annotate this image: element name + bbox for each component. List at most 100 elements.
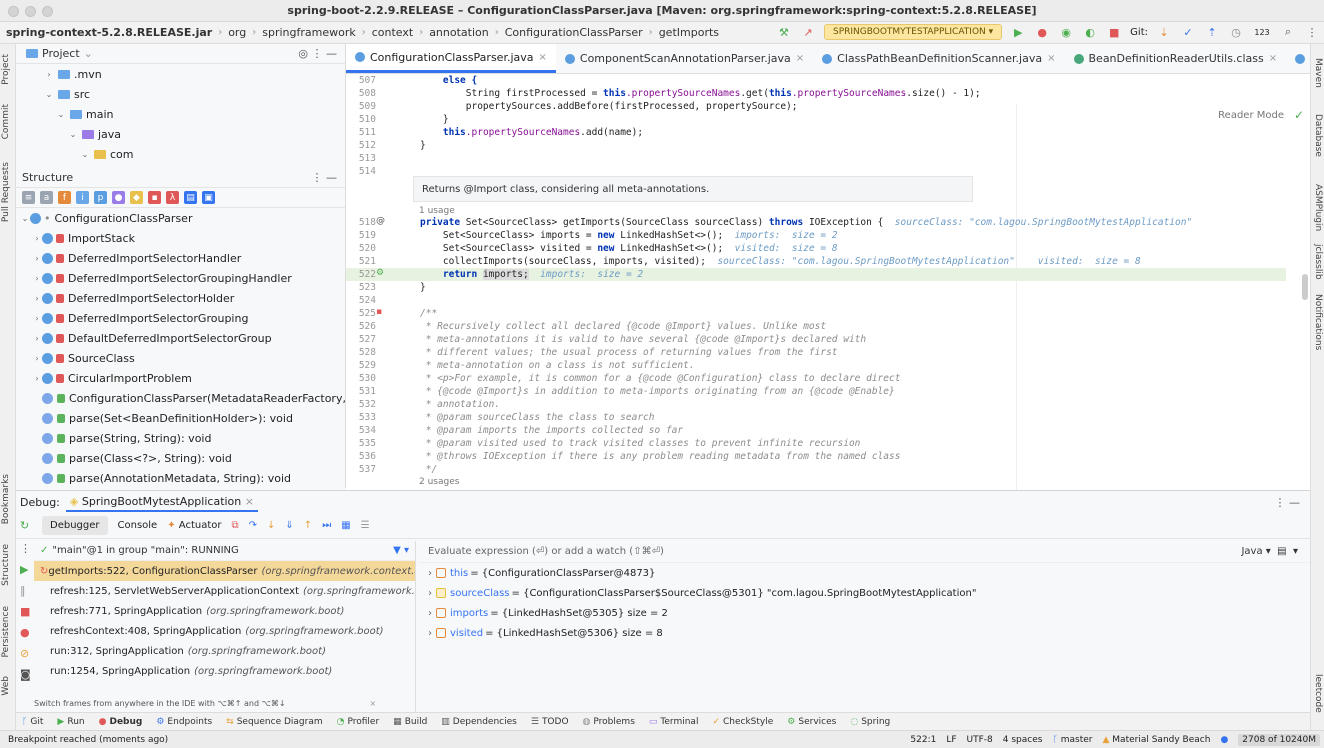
- tool-window-terminal[interactable]: ▭ Terminal: [649, 717, 699, 727]
- tool-window-sequence-diagram[interactable]: ⇆ Sequence Diagram: [226, 717, 322, 727]
- camera-icon[interactable]: ◙: [16, 664, 34, 685]
- resume-icon[interactable]: ▶: [16, 559, 34, 580]
- tool-web[interactable]: Web: [1, 676, 11, 696]
- panel-options-icon[interactable]: ⋮ —: [1275, 496, 1301, 509]
- tool-structure[interactable]: Structure: [1, 544, 11, 586]
- chevron-down-icon[interactable]: ⌄: [20, 214, 30, 223]
- tool-jclasslib[interactable]: jclasslib: [1313, 244, 1323, 280]
- pause-icon[interactable]: ‖: [16, 580, 34, 601]
- documentation-popup[interactable]: Returns @Import class, considering all m…: [413, 176, 973, 202]
- tree-row[interactable]: ⌄ java: [16, 124, 345, 144]
- history-icon[interactable]: ◷: [1228, 24, 1244, 40]
- autoscroll-from-icon[interactable]: ▣: [202, 191, 215, 204]
- chevron-right-icon[interactable]: ›: [32, 274, 42, 283]
- editor-tab[interactable]: ClassPathScanningCandidateCompone×: [1286, 44, 1310, 73]
- chevron-right-icon[interactable]: ›: [32, 254, 42, 263]
- sort-icon[interactable]: ≡: [22, 191, 35, 204]
- chevron-down-icon[interactable]: ⌄: [56, 110, 66, 119]
- chevron-down-icon[interactable]: ⌄: [80, 150, 90, 159]
- tool-commit[interactable]: Commit: [1, 104, 11, 139]
- settings-icon[interactable]: ⋮: [1304, 24, 1320, 40]
- counter-badge[interactable]: 123: [1252, 24, 1272, 40]
- editor-tab[interactable]: BeanDefinitionReaderUtils.class ×: [1065, 44, 1287, 73]
- memory-indicator[interactable]: 2708 of 10240M: [1238, 733, 1320, 746]
- usage-hint[interactable]: 2 usages: [419, 477, 459, 487]
- step-over-icon[interactable]: ↷: [249, 520, 257, 531]
- breadcrumb-springframework[interactable]: springframework: [262, 26, 355, 39]
- usage-hint[interactable]: 1 usage: [419, 206, 455, 216]
- coverage-icon[interactable]: ◉: [1058, 24, 1074, 40]
- tool-project[interactable]: Project: [1, 54, 11, 85]
- editor-tab[interactable]: ClassPathBeanDefinitionScanner.java ×: [813, 44, 1064, 73]
- step-out-icon[interactable]: ↑: [304, 520, 312, 531]
- project-panel-title[interactable]: Project: [42, 47, 80, 60]
- structure-item[interactable]: parse(String, String): void: [16, 428, 345, 448]
- git-push-icon[interactable]: ⇡: [1204, 24, 1220, 40]
- restore-layout-icon[interactable]: ⧉: [231, 520, 238, 531]
- caret-position[interactable]: 522:1: [910, 735, 936, 745]
- minimize-window-button[interactable]: [25, 6, 36, 17]
- structure-item[interactable]: › DeferredImportSelectorHolder: [16, 288, 345, 308]
- close-icon[interactable]: ×: [1047, 53, 1055, 64]
- filter-icon[interactable]: ▼ ▾: [393, 545, 409, 556]
- chevron-right-icon[interactable]: ›: [32, 354, 42, 363]
- lambda-icon[interactable]: λ: [166, 191, 179, 204]
- profile-icon[interactable]: ◐: [1082, 24, 1098, 40]
- git-update-icon[interactable]: ⇣: [1156, 24, 1172, 40]
- tool-window-debug[interactable]: ● Debug: [99, 717, 143, 727]
- close-icon[interactable]: ×: [370, 699, 377, 708]
- vertical-scrollbar[interactable]: [1302, 274, 1308, 300]
- variable-row[interactable]: › visited = {LinkedHashSet@5306} size = 8: [418, 623, 1310, 643]
- tool-bookmarks[interactable]: Bookmarks: [1, 474, 11, 524]
- git-branch[interactable]: ᚴ master: [1052, 735, 1092, 745]
- stack-frame[interactable]: refresh:771, SpringApplication (org.sprin…: [34, 601, 415, 621]
- close-icon[interactable]: ×: [1269, 53, 1277, 64]
- tab-debugger[interactable]: Debugger: [42, 516, 108, 535]
- breadcrumb-org[interactable]: org: [228, 26, 246, 39]
- force-step-into-icon[interactable]: ⇓: [285, 520, 293, 531]
- stack-frame[interactable]: ↻ getImports:522, ConfigurationClassPars…: [34, 561, 415, 581]
- tool-window-problems[interactable]: ◍ Problems: [583, 717, 635, 727]
- tool-notifications[interactable]: Notifications: [1313, 294, 1323, 350]
- structure-item[interactable]: › ImportStack: [16, 228, 345, 248]
- close-icon[interactable]: ×: [245, 495, 254, 508]
- tab-actuator[interactable]: ✦ Actuator: [167, 520, 221, 531]
- editor-tab[interactable]: ConfigurationClassParser.java ×: [346, 44, 556, 73]
- breadcrumb-class[interactable]: ConfigurationClassParser: [505, 26, 643, 39]
- window-controls[interactable]: [8, 6, 53, 17]
- chevron-right-icon[interactable]: ›: [32, 234, 42, 243]
- structure-item[interactable]: › CircularImportProblem: [16, 368, 345, 388]
- panel-options-icon[interactable]: ⋮ —: [312, 171, 338, 184]
- tree-row[interactable]: ⌄ com: [16, 144, 345, 164]
- tool-window-spring[interactable]: ◌ Spring: [850, 717, 890, 727]
- chevron-right-icon[interactable]: ›: [32, 294, 42, 303]
- chevron-right-icon[interactable]: ›: [428, 588, 432, 599]
- chevron-right-icon[interactable]: ›: [44, 70, 54, 79]
- breadcrumb-context[interactable]: context: [372, 26, 413, 39]
- breadcrumb-jar[interactable]: spring-context-5.2.8.RELEASE.jar: [6, 26, 212, 39]
- search-icon[interactable]: ⌕: [1280, 24, 1296, 40]
- layout-icon[interactable]: ☰: [361, 520, 370, 531]
- tool-window-dependencies[interactable]: ▥ Dependencies: [441, 717, 517, 727]
- close-icon[interactable]: ×: [539, 52, 547, 63]
- non-public-icon[interactable]: ●: [112, 191, 125, 204]
- stack-frame[interactable]: run:312, SpringApplication (org.springfra…: [34, 641, 415, 661]
- inherited-icon[interactable]: i: [76, 191, 89, 204]
- autoscroll-icon[interactable]: ▤: [184, 191, 197, 204]
- stack-frame[interactable]: refreshContext:408, SpringApplication (or…: [34, 621, 415, 641]
- evaluate-expression-input[interactable]: Evaluate expression (⏎) or add a watch (…: [418, 541, 1310, 563]
- zoom-window-button[interactable]: [42, 6, 53, 17]
- tree-row[interactable]: › .mvn: [16, 64, 345, 84]
- tool-window-git[interactable]: ᚴ Git: [22, 717, 43, 727]
- breadcrumb-annotation[interactable]: annotation: [429, 26, 489, 39]
- tool-asmplugin[interactable]: ASMPlugin: [1313, 184, 1323, 231]
- reader-mode-gutter-icon[interactable]: ▪: [376, 307, 382, 317]
- chevron-right-icon[interactable]: ›: [428, 568, 432, 579]
- structure-item[interactable]: parse(AnnotationMetadata, String): void: [16, 468, 345, 488]
- close-icon[interactable]: ×: [796, 53, 804, 64]
- tool-window-todo[interactable]: ☰ TODO: [531, 717, 569, 727]
- stack-frame[interactable]: refresh:125, ServletWebServerApplication…: [34, 581, 415, 601]
- structure-item[interactable]: › DeferredImportSelectorGrouping: [16, 308, 345, 328]
- build-hammer-icon[interactable]: ⚒: [776, 24, 792, 40]
- chevron-right-icon[interactable]: ›: [32, 374, 42, 383]
